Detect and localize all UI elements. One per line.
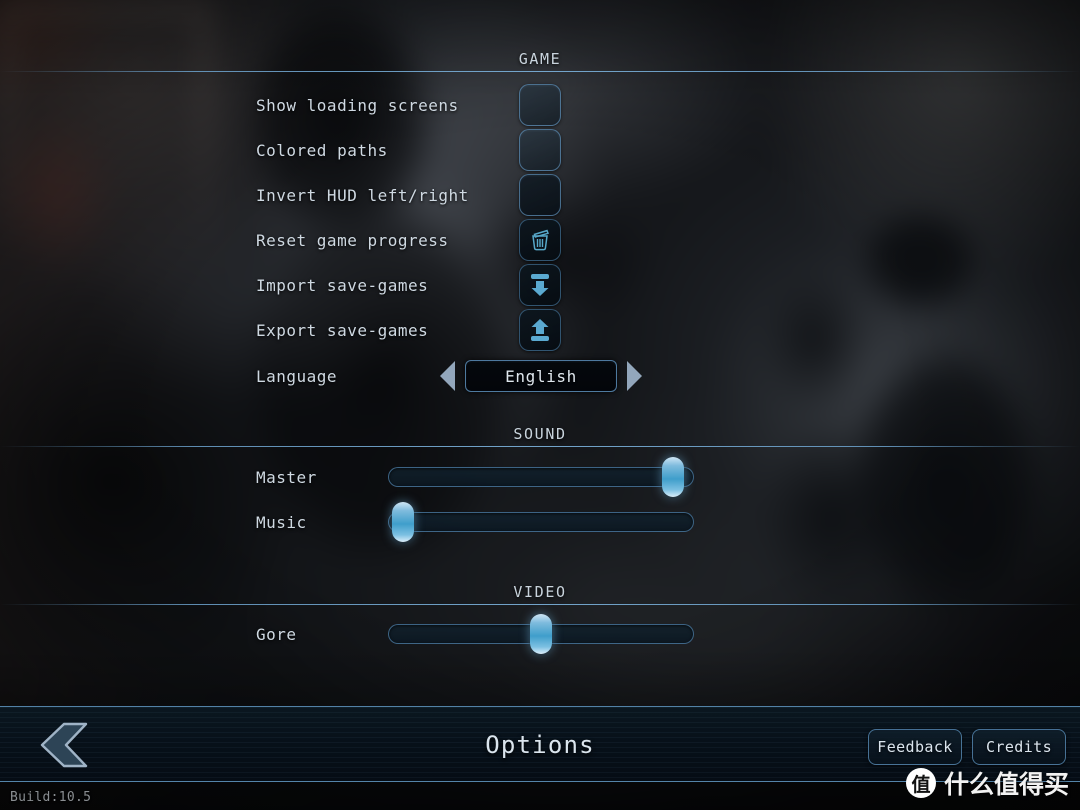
row-master-volume[interactable]: Master (0, 457, 1080, 497)
upload-arrow-icon (531, 319, 549, 341)
label-import-save-games: Import save-games (256, 275, 429, 295)
label-music-volume: Music (256, 512, 307, 532)
checkbox-show-loading-screens[interactable] (519, 84, 561, 126)
row-gore[interactable]: Gore (0, 614, 1080, 654)
slider-gore[interactable] (388, 614, 694, 654)
chevron-right-icon[interactable] (623, 359, 645, 393)
label-invert-hud: Invert HUD left/right (256, 185, 469, 205)
download-arrow-icon (531, 274, 549, 296)
row-language[interactable]: Language English (0, 356, 1080, 396)
section-title-video: VIDEO (513, 583, 567, 601)
credits-button[interactable]: Credits (972, 729, 1066, 765)
reset-game-progress-button[interactable] (519, 219, 561, 261)
language-value: English (505, 366, 577, 386)
label-colored-paths: Colored paths (256, 140, 388, 160)
watermark: 值 什么值得买 (906, 765, 1069, 801)
watermark-text: 什么值得买 (944, 770, 1070, 799)
trash-icon (532, 229, 549, 251)
label-show-loading-screens: Show loading screens (256, 95, 459, 115)
slider-track-music[interactable] (388, 512, 694, 532)
section-title-sound: SOUND (513, 425, 567, 443)
options-panel: GAME Show loading screens Colored paths … (0, 0, 1080, 700)
checkbox-colored-paths[interactable] (519, 129, 561, 171)
row-music-volume[interactable]: Music (0, 502, 1080, 542)
section-header-video: VIDEO (0, 583, 1080, 605)
row-colored-paths[interactable]: Colored paths (0, 129, 1080, 171)
import-save-games-button[interactable] (519, 264, 561, 306)
label-export-save-games: Export save-games (256, 320, 429, 340)
row-show-loading-screens[interactable]: Show loading screens (0, 84, 1080, 126)
language-value-box[interactable]: English (465, 360, 617, 392)
section-header-game: GAME (0, 50, 1080, 72)
slider-handle-gore[interactable] (530, 614, 552, 654)
section-divider-game (0, 71, 1080, 72)
label-language: Language (256, 366, 338, 386)
chevron-left-icon[interactable] (437, 359, 459, 393)
slider-music-volume[interactable] (388, 502, 694, 542)
row-import-save-games[interactable]: Import save-games (0, 264, 1080, 306)
label-master-volume: Master (256, 467, 317, 487)
slider-handle-master[interactable] (661, 457, 684, 497)
row-invert-hud[interactable]: Invert HUD left/right (0, 174, 1080, 216)
section-divider-video (0, 604, 1080, 605)
slider-master-volume[interactable] (388, 457, 694, 497)
slider-handle-music[interactable] (392, 502, 415, 542)
build-version-label: Build:10.5 (10, 790, 92, 805)
slider-track-master[interactable] (388, 467, 694, 487)
section-header-sound: SOUND (0, 425, 1080, 447)
label-reset-game-progress: Reset game progress (256, 230, 449, 250)
watermark-logo-icon: 值 (906, 768, 936, 798)
checkbox-invert-hud[interactable] (519, 174, 561, 216)
row-reset-game-progress[interactable]: Reset game progress (0, 219, 1080, 261)
section-title-game: GAME (518, 50, 562, 68)
feedback-button[interactable]: Feedback (868, 729, 962, 765)
label-gore: Gore (256, 624, 297, 644)
row-export-save-games[interactable]: Export save-games (0, 309, 1080, 351)
section-divider-sound (0, 446, 1080, 447)
language-selector[interactable]: English (437, 359, 645, 393)
export-save-games-button[interactable] (519, 309, 561, 351)
